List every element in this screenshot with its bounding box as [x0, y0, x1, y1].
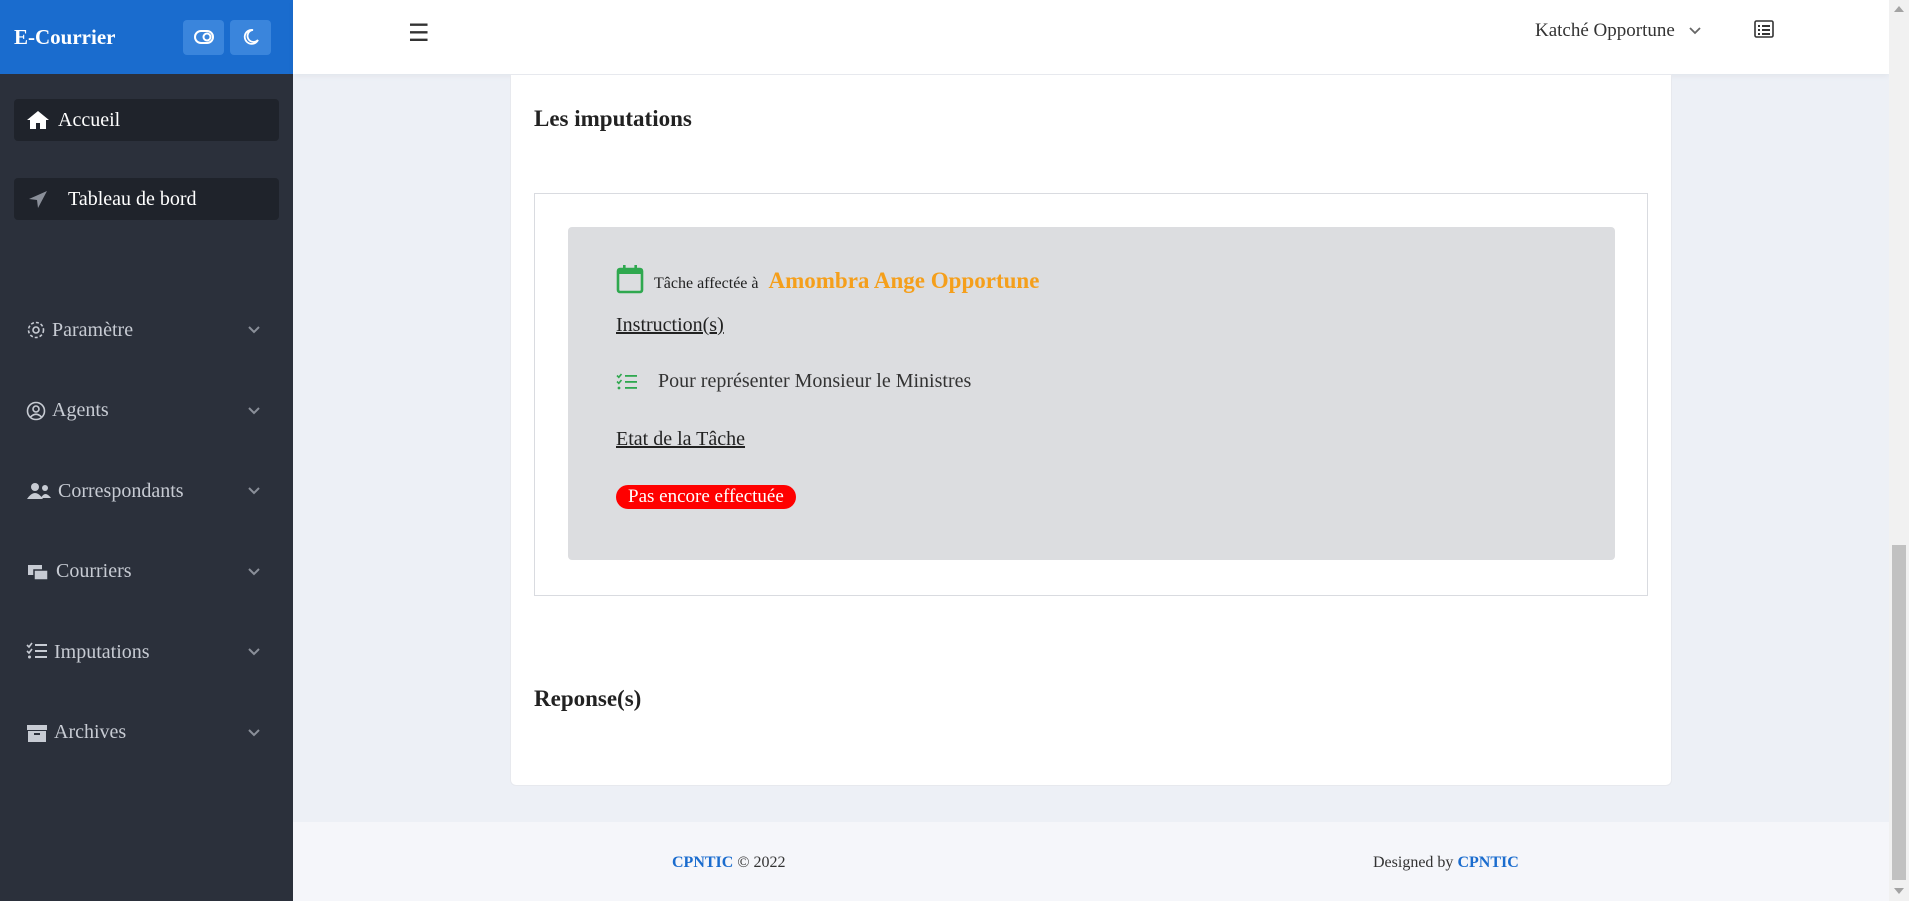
mail-stack-icon: [28, 564, 49, 581]
footer-brand-link[interactable]: CPNTIC: [672, 854, 733, 871]
sidebar-item-tableau-de-bord[interactable]: Tableau de bord: [14, 178, 279, 220]
user-circle-icon: [26, 401, 46, 421]
tasks-icon: [26, 642, 47, 659]
app-title[interactable]: E-Courrier: [14, 25, 115, 50]
footer: CPNTIC © 2022 Designed by CPNTIC: [293, 822, 1889, 901]
task-header: Tâche affectée à Amombra Ange Opportune: [616, 264, 1039, 294]
toggle-icon: [193, 30, 214, 44]
copyright-text: © 2022: [737, 854, 786, 871]
instruction-text: Pour représenter Monsieur le Ministres: [658, 370, 972, 392]
footer-copyright: CPNTIC © 2022: [672, 854, 786, 872]
task-state-label: Etat de la Tâche: [616, 428, 746, 450]
sidebar-item-label: Agents: [52, 399, 109, 422]
designer-link[interactable]: CPNTIC: [1457, 854, 1518, 871]
sidebar-item-label: Tableau de bord: [68, 187, 197, 210]
designed-by-text: Designed by: [1373, 854, 1454, 871]
imputation-container: Tâche affectée à Amombra Ange Opportune …: [534, 193, 1648, 596]
chevron-down-icon: [248, 326, 260, 334]
responses-title: Reponse(s): [534, 686, 642, 711]
chevron-down-icon: [248, 407, 260, 415]
instruction-item: Pour représenter Monsieur le Ministres: [616, 370, 971, 393]
toggle-sidebar-button[interactable]: [183, 19, 224, 55]
chevron-down-icon: [248, 648, 260, 656]
list-icon: [1754, 20, 1774, 38]
dark-mode-button[interactable]: [230, 19, 271, 55]
chevron-down-icon: [248, 568, 260, 576]
status-badge: Pas encore effectuée: [616, 485, 796, 509]
instructions-label: Instruction(s): [616, 314, 724, 336]
page-scrollbar[interactable]: [1889, 0, 1909, 901]
chevron-down-icon: [248, 729, 260, 737]
brand-buttons: [183, 19, 271, 55]
sidebar-item-correspondants[interactable]: Correspondants: [0, 451, 293, 532]
chevron-down-icon: [248, 487, 260, 495]
users-icon: [27, 483, 51, 500]
page-title: Les imputations: [534, 106, 692, 131]
footer-credits: Designed by CPNTIC: [1373, 854, 1519, 872]
scroll-up-arrow[interactable]: [1894, 6, 1904, 12]
assigned-label: Tâche affectée à: [654, 275, 759, 292]
sidebar-item-label: Courriers: [56, 560, 132, 583]
sidebar-item-agents[interactable]: Agents: [0, 371, 293, 452]
sidebar-item-label: Imputations: [54, 640, 150, 663]
calendar-icon: [616, 265, 644, 294]
sidebar-item-label: Archives: [54, 721, 127, 744]
user-menu[interactable]: Katché Opportune: [1535, 20, 1701, 42]
home-icon: [27, 111, 49, 129]
task-card: Tâche affectée à Amombra Ange Opportune …: [568, 227, 1615, 560]
tasks-icon: [616, 372, 637, 389]
imputations-card: Les imputations Tâche affectée à Amombra…: [510, 74, 1672, 786]
sidebar-item-archives[interactable]: Archives: [0, 693, 293, 774]
sidebar-item-parametre[interactable]: Paramètre: [0, 290, 293, 371]
moon-icon: [243, 29, 259, 45]
gear-icon: [27, 321, 45, 339]
sidebar-item-accueil[interactable]: Accueil: [14, 99, 279, 141]
list-view-button[interactable]: [1754, 20, 1774, 43]
sidebar-item-imputations[interactable]: Imputations: [0, 612, 293, 693]
sidebar-brand: E-Courrier: [0, 0, 293, 74]
user-name: Katché Opportune: [1535, 20, 1675, 41]
sidebar-menu: Paramètre Agents Correspondants Courrier…: [0, 290, 293, 773]
sidebar-item-label: Paramètre: [52, 318, 134, 341]
chevron-down-icon: [1689, 27, 1701, 35]
sidebar-item-courriers[interactable]: Courriers: [0, 532, 293, 613]
topbar: ☰ Katché Opportune: [293, 0, 1889, 74]
assignee-name: Amombra Ange Opportune: [768, 268, 1040, 293]
menu-toggle-button[interactable]: ☰: [408, 19, 430, 47]
scroll-down-arrow[interactable]: [1894, 888, 1904, 894]
location-arrow-icon: [29, 191, 47, 208]
sidebar-item-label: Correspondants: [58, 479, 184, 502]
sidebar-item-label: Accueil: [58, 108, 121, 131]
archive-icon: [27, 724, 47, 742]
sidebar: E-Courrier Accueil Tableau de bord Param…: [0, 0, 293, 901]
scroll-thumb[interactable]: [1892, 545, 1906, 880]
